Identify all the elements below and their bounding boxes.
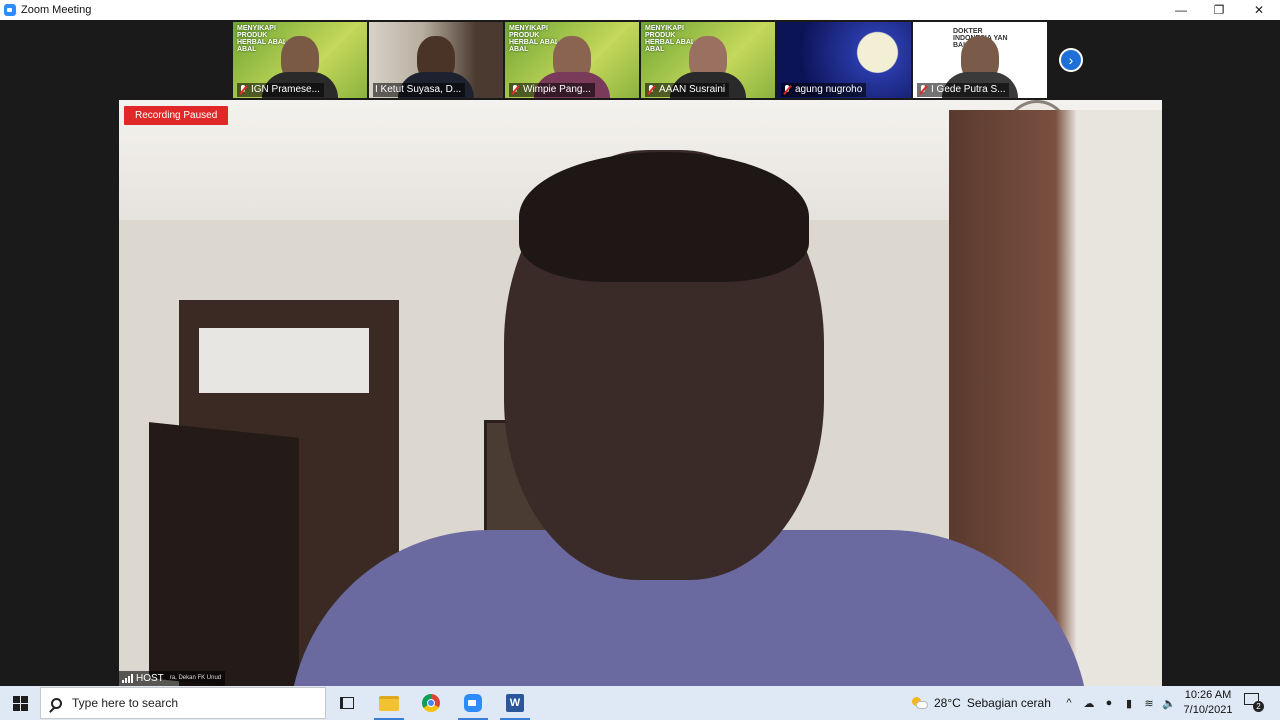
clock-time: 10:26 AM (1184, 689, 1232, 701)
chevron-right-icon: › (1068, 52, 1074, 68)
wifi-icon[interactable]: ≋ (1142, 697, 1156, 710)
active-speaker-video[interactable]: Recording Paused HOST ra, Dekan FK Unud (119, 100, 1162, 686)
minimize-button[interactable]: — (1162, 0, 1200, 20)
participant-name: agung nugroho (781, 83, 867, 97)
window-title: Zoom Meeting (21, 4, 92, 16)
taskbar-search-box[interactable]: Type here to search (40, 687, 326, 719)
participant-tile[interactable]: DOKTER INDONESIA YAN BALI I Gede Putra S… (913, 22, 1047, 98)
windows-taskbar: Type here to search W 28°C Sebagian cera… (0, 686, 1280, 720)
chrome-icon (422, 694, 440, 712)
word-button[interactable]: W (494, 686, 536, 720)
partly-sunny-icon (912, 697, 928, 709)
participant-tile[interactable]: MENYIKAPI PRODUK HERBAL ABAL-ABAL AAAN S… (641, 22, 775, 98)
weather-condition: Sebagian cerah (966, 696, 1051, 710)
notification-count: 2 (1253, 701, 1264, 712)
zoom-icon (464, 694, 482, 712)
action-center-button[interactable]: 2 (1244, 693, 1264, 712)
volume-icon[interactable]: 🔈 (1162, 697, 1176, 710)
participant-name: I Ketut Suyasa, D... (373, 83, 466, 97)
mic-muted-icon (783, 85, 791, 95)
participant-name: AAAN Susraini (645, 83, 730, 97)
search-placeholder: Type here to search (72, 696, 179, 710)
weather-widget[interactable]: 28°C Sebagian cerah (912, 686, 1051, 720)
system-tray: ^ ☁ ● ▮ ≋ 🔈 (1062, 686, 1176, 720)
folder-icon (379, 695, 399, 711)
participant-tile[interactable]: MENYIKAPI PRODUK HERBAL ABAL-ABAL Wimpie… (505, 22, 639, 98)
mic-muted-icon (511, 85, 519, 95)
task-view-icon (340, 697, 354, 709)
participant-name: IGN Pramese... (237, 83, 324, 97)
participant-tile[interactable]: agung nugroho (777, 22, 911, 98)
chrome-button[interactable] (410, 686, 452, 720)
microphone-icon[interactable]: ● (1102, 697, 1116, 709)
search-icon (51, 697, 62, 709)
signal-strength-icon (122, 674, 133, 683)
host-label: HOST (136, 673, 164, 684)
start-button[interactable] (0, 686, 40, 720)
word-icon: W (506, 694, 524, 712)
restore-button[interactable]: ❐ (1200, 0, 1238, 20)
onedrive-icon[interactable]: ☁ (1082, 697, 1096, 710)
clock-date: 7/10/2021 (1183, 704, 1233, 716)
participant-name: Wimpie Pang... (509, 83, 595, 97)
task-view-button[interactable] (326, 686, 368, 720)
windows-logo-icon (12, 695, 28, 711)
taskbar-clock[interactable]: 10:26 AM 7/10/2021 (1178, 688, 1238, 718)
mic-muted-icon (919, 85, 927, 95)
mic-muted-icon (239, 85, 247, 95)
gallery-next-button[interactable]: › (1059, 48, 1083, 72)
file-explorer-button[interactable] (368, 686, 410, 720)
mic-muted-icon (647, 85, 655, 95)
participant-tile[interactable]: MENYIKAPI PRODUK HERBAL ABAL-ABAL IGN Pr… (233, 22, 367, 98)
participant-gallery: MENYIKAPI PRODUK HERBAL ABAL-ABAL IGN Pr… (233, 22, 1047, 98)
chevron-up-icon[interactable]: ^ (1062, 697, 1076, 709)
speaker-hair (519, 152, 809, 282)
close-button[interactable]: ✕ (1240, 0, 1278, 20)
battery-icon[interactable]: ▮ (1122, 697, 1136, 710)
zoom-app-icon (4, 4, 16, 16)
host-name: ra, Dekan FK Unud (169, 675, 222, 681)
zoom-button[interactable] (452, 686, 494, 720)
recording-status-badge[interactable]: Recording Paused (124, 106, 229, 125)
host-name-tag: HOST ra, Dekan FK Unud (119, 671, 226, 686)
participant-tile[interactable]: I Ketut Suyasa, D... (369, 22, 503, 98)
window-titlebar: Zoom Meeting — ❐ ✕ (0, 0, 1280, 20)
weather-temp: 28°C (934, 696, 961, 710)
participant-name: I Gede Putra S... (917, 83, 1010, 97)
door-image (149, 422, 299, 686)
